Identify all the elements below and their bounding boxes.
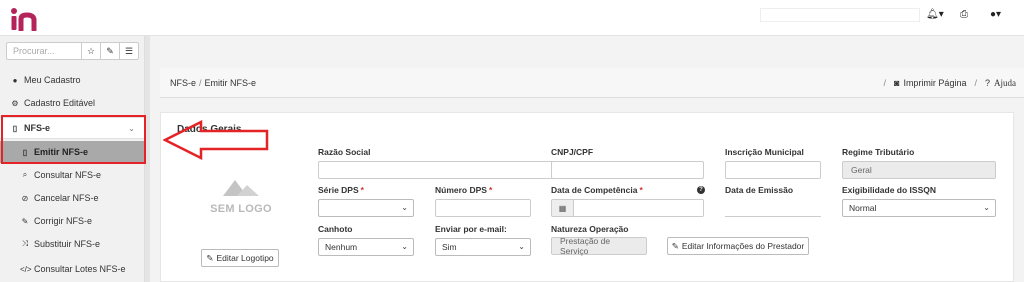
ban-icon: ⊘ bbox=[21, 193, 29, 203]
brand-logo bbox=[11, 8, 37, 31]
serie-dps-label: Série DPS * bbox=[318, 185, 364, 195]
sidebar-item-label: Substituir NFS-e bbox=[34, 239, 101, 249]
breadcrumb-separator: / bbox=[883, 78, 886, 88]
annotation-arrow bbox=[163, 120, 269, 160]
sidebar-item-meu-cadastro[interactable]: ● Meu Cadastro bbox=[0, 69, 145, 91]
natureza-operacao-label: Natureza Operação bbox=[551, 224, 629, 234]
sidebar-item-label: Cancelar NFS-e bbox=[34, 193, 99, 203]
exigibilidade-issqn-value: Normal bbox=[849, 203, 877, 213]
sidebar-search-group: ☆ ✎ ☰ bbox=[6, 42, 139, 60]
breadcrumb-item-emitir: Emitir NFS-e bbox=[204, 78, 257, 88]
enviar-email-value: Sim bbox=[442, 242, 457, 252]
print-icon[interactable]: ⎙ bbox=[960, 9, 968, 20]
edit-logo-label: Editar Logotipo bbox=[216, 253, 274, 263]
camera-icon: ◙ bbox=[894, 78, 900, 88]
sidebar-item-cancelar-nfse[interactable]: ⊘ Cancelar NFS-e bbox=[0, 187, 145, 209]
inscricao-municipal-input[interactable] bbox=[725, 161, 821, 179]
numero-dps-label-text: Número DPS bbox=[435, 185, 487, 195]
data-competencia-label-text: Data de Competência bbox=[551, 185, 638, 195]
canhoto-value: Nenhum bbox=[325, 242, 358, 252]
required-marker: * bbox=[360, 185, 364, 195]
sidebar-item-label: Corrigir NFS-e bbox=[34, 216, 93, 226]
dados-gerais-panel: Dados Gerais SEM LOGO ✎ Editar Logotipo … bbox=[160, 112, 1014, 282]
breadcrumb-actions: / ◙ Imprimir Página / ? Ajuda bbox=[879, 78, 1016, 88]
breadcrumb-bar: NFS-e / Emitir NFS-e / ◙ Imprimir Página /… bbox=[160, 68, 1024, 98]
inscricao-municipal-label: Inscrição Municipal bbox=[725, 147, 804, 157]
edit-provider-info-label: Editar Informações do Prestador bbox=[681, 241, 805, 251]
sidebar-item-cadastro-editavel[interactable]: ⚙ Cadastro Editável bbox=[0, 92, 145, 114]
highlight-box bbox=[1, 115, 146, 164]
sidebar-item-consultar-lotes-nfse[interactable]: </> Consultar Lotes NFS-e bbox=[0, 258, 145, 280]
pencil-icon[interactable]: ✎ bbox=[101, 42, 120, 60]
cogs-icon: ⚙ bbox=[11, 98, 19, 108]
edit-icon: ✎ bbox=[21, 216, 29, 226]
edit-icon: ✎ bbox=[671, 240, 679, 251]
help-link[interactable]: Ajuda bbox=[994, 78, 1016, 88]
edit-logo-button[interactable]: ✎ Editar Logotipo bbox=[201, 249, 279, 267]
data-emissao-label: Data de Emissão bbox=[725, 185, 794, 195]
data-competencia-label: Data de Competência * bbox=[551, 185, 643, 195]
calendar-icon[interactable]: ▦ bbox=[552, 200, 574, 216]
edit-icon: ✎ bbox=[206, 252, 214, 263]
required-marker: * bbox=[639, 185, 643, 195]
breadcrumb-item-nfse[interactable]: NFS-e bbox=[170, 78, 196, 88]
sidebar-item-substituir-nfse[interactable]: ⤨ Substituir NFS-e bbox=[0, 233, 145, 255]
exigibilidade-issqn-label: Exigibilidade do ISSQN bbox=[842, 185, 936, 195]
top-bar: 🔔︎▾ ⎙ ●▾ bbox=[0, 0, 1024, 36]
regime-tributario-label: Regime Tributário bbox=[842, 147, 915, 157]
breadcrumb: NFS-e / Emitir NFS-e bbox=[170, 78, 256, 88]
sidebar-item-consultar-nfse[interactable]: ⌕ Consultar NFS-e bbox=[0, 164, 145, 186]
question-icon[interactable]: ? bbox=[697, 186, 705, 194]
sidebar-item-label: Consultar Lotes NFS-e bbox=[34, 264, 126, 274]
logo-placeholder: SEM LOGO bbox=[205, 171, 277, 221]
serie-dps-select[interactable]: ⌄ bbox=[318, 199, 414, 217]
razao-social-label: Razão Social bbox=[318, 147, 371, 157]
sidebar-item-label: Meu Cadastro bbox=[24, 75, 81, 85]
sidebar-item-label: Consultar NFS-e bbox=[34, 170, 102, 180]
required-marker: * bbox=[488, 185, 493, 195]
chevron-down-icon: ⌄ bbox=[983, 203, 990, 212]
chevron-down-icon: ⌄ bbox=[401, 203, 408, 212]
shuffle-icon: ⤨ bbox=[21, 239, 29, 248]
list-icon[interactable]: ☰ bbox=[120, 42, 139, 60]
canhoto-label: Canhoto bbox=[318, 224, 353, 234]
serie-dps-label-text: Série DPS bbox=[318, 185, 359, 195]
enviar-email-label: Enviar por e-mail: bbox=[435, 224, 507, 234]
star-icon[interactable]: ☆ bbox=[82, 42, 101, 60]
search-icon: ⌕ bbox=[22, 170, 28, 179]
top-search-field[interactable] bbox=[760, 8, 920, 22]
exigibilidade-issqn-select[interactable]: Normal ⌄ bbox=[842, 199, 996, 217]
regime-tributario-field: Geral bbox=[842, 161, 996, 179]
data-emissao-field bbox=[725, 199, 821, 217]
natureza-operacao-field: Prestação de Serviço bbox=[551, 236, 647, 256]
data-competencia-input[interactable]: ▦ bbox=[551, 199, 704, 217]
sidebar-item-corrigir-nfse[interactable]: ✎ Corrigir NFS-e bbox=[0, 210, 145, 232]
logo-placeholder-text: SEM LOGO bbox=[210, 203, 272, 215]
canhoto-select[interactable]: Nenhum ⌄ bbox=[318, 238, 414, 256]
code-icon: </> bbox=[20, 264, 32, 274]
print-page-link[interactable]: Imprimir Página bbox=[903, 78, 966, 88]
bell-icon[interactable]: 🔔︎▾ bbox=[926, 9, 944, 20]
chevron-down-icon: ⌄ bbox=[518, 242, 525, 251]
cnpj-cpf-input[interactable] bbox=[551, 161, 704, 179]
user-icon: ● bbox=[12, 75, 18, 85]
numero-dps-label: Número DPS * bbox=[435, 185, 492, 195]
enviar-email-select[interactable]: Sim ⌄ bbox=[435, 238, 531, 256]
cnpj-cpf-label: CNPJ/CPF bbox=[551, 147, 594, 157]
user-icon[interactable]: ●▾ bbox=[990, 9, 1001, 20]
sidebar-item-label: Cadastro Editável bbox=[24, 98, 96, 108]
mountain-icon bbox=[223, 180, 259, 196]
breadcrumb-separator: / bbox=[199, 78, 202, 88]
chevron-down-icon: ⌄ bbox=[401, 242, 408, 251]
edit-provider-info-button[interactable]: ✎ Editar Informações do Prestador bbox=[667, 237, 809, 255]
breadcrumb-separator: / bbox=[974, 78, 977, 88]
numero-dps-input[interactable] bbox=[435, 199, 531, 217]
question-icon: ? bbox=[984, 78, 990, 88]
sidebar-search-input[interactable] bbox=[6, 42, 82, 60]
